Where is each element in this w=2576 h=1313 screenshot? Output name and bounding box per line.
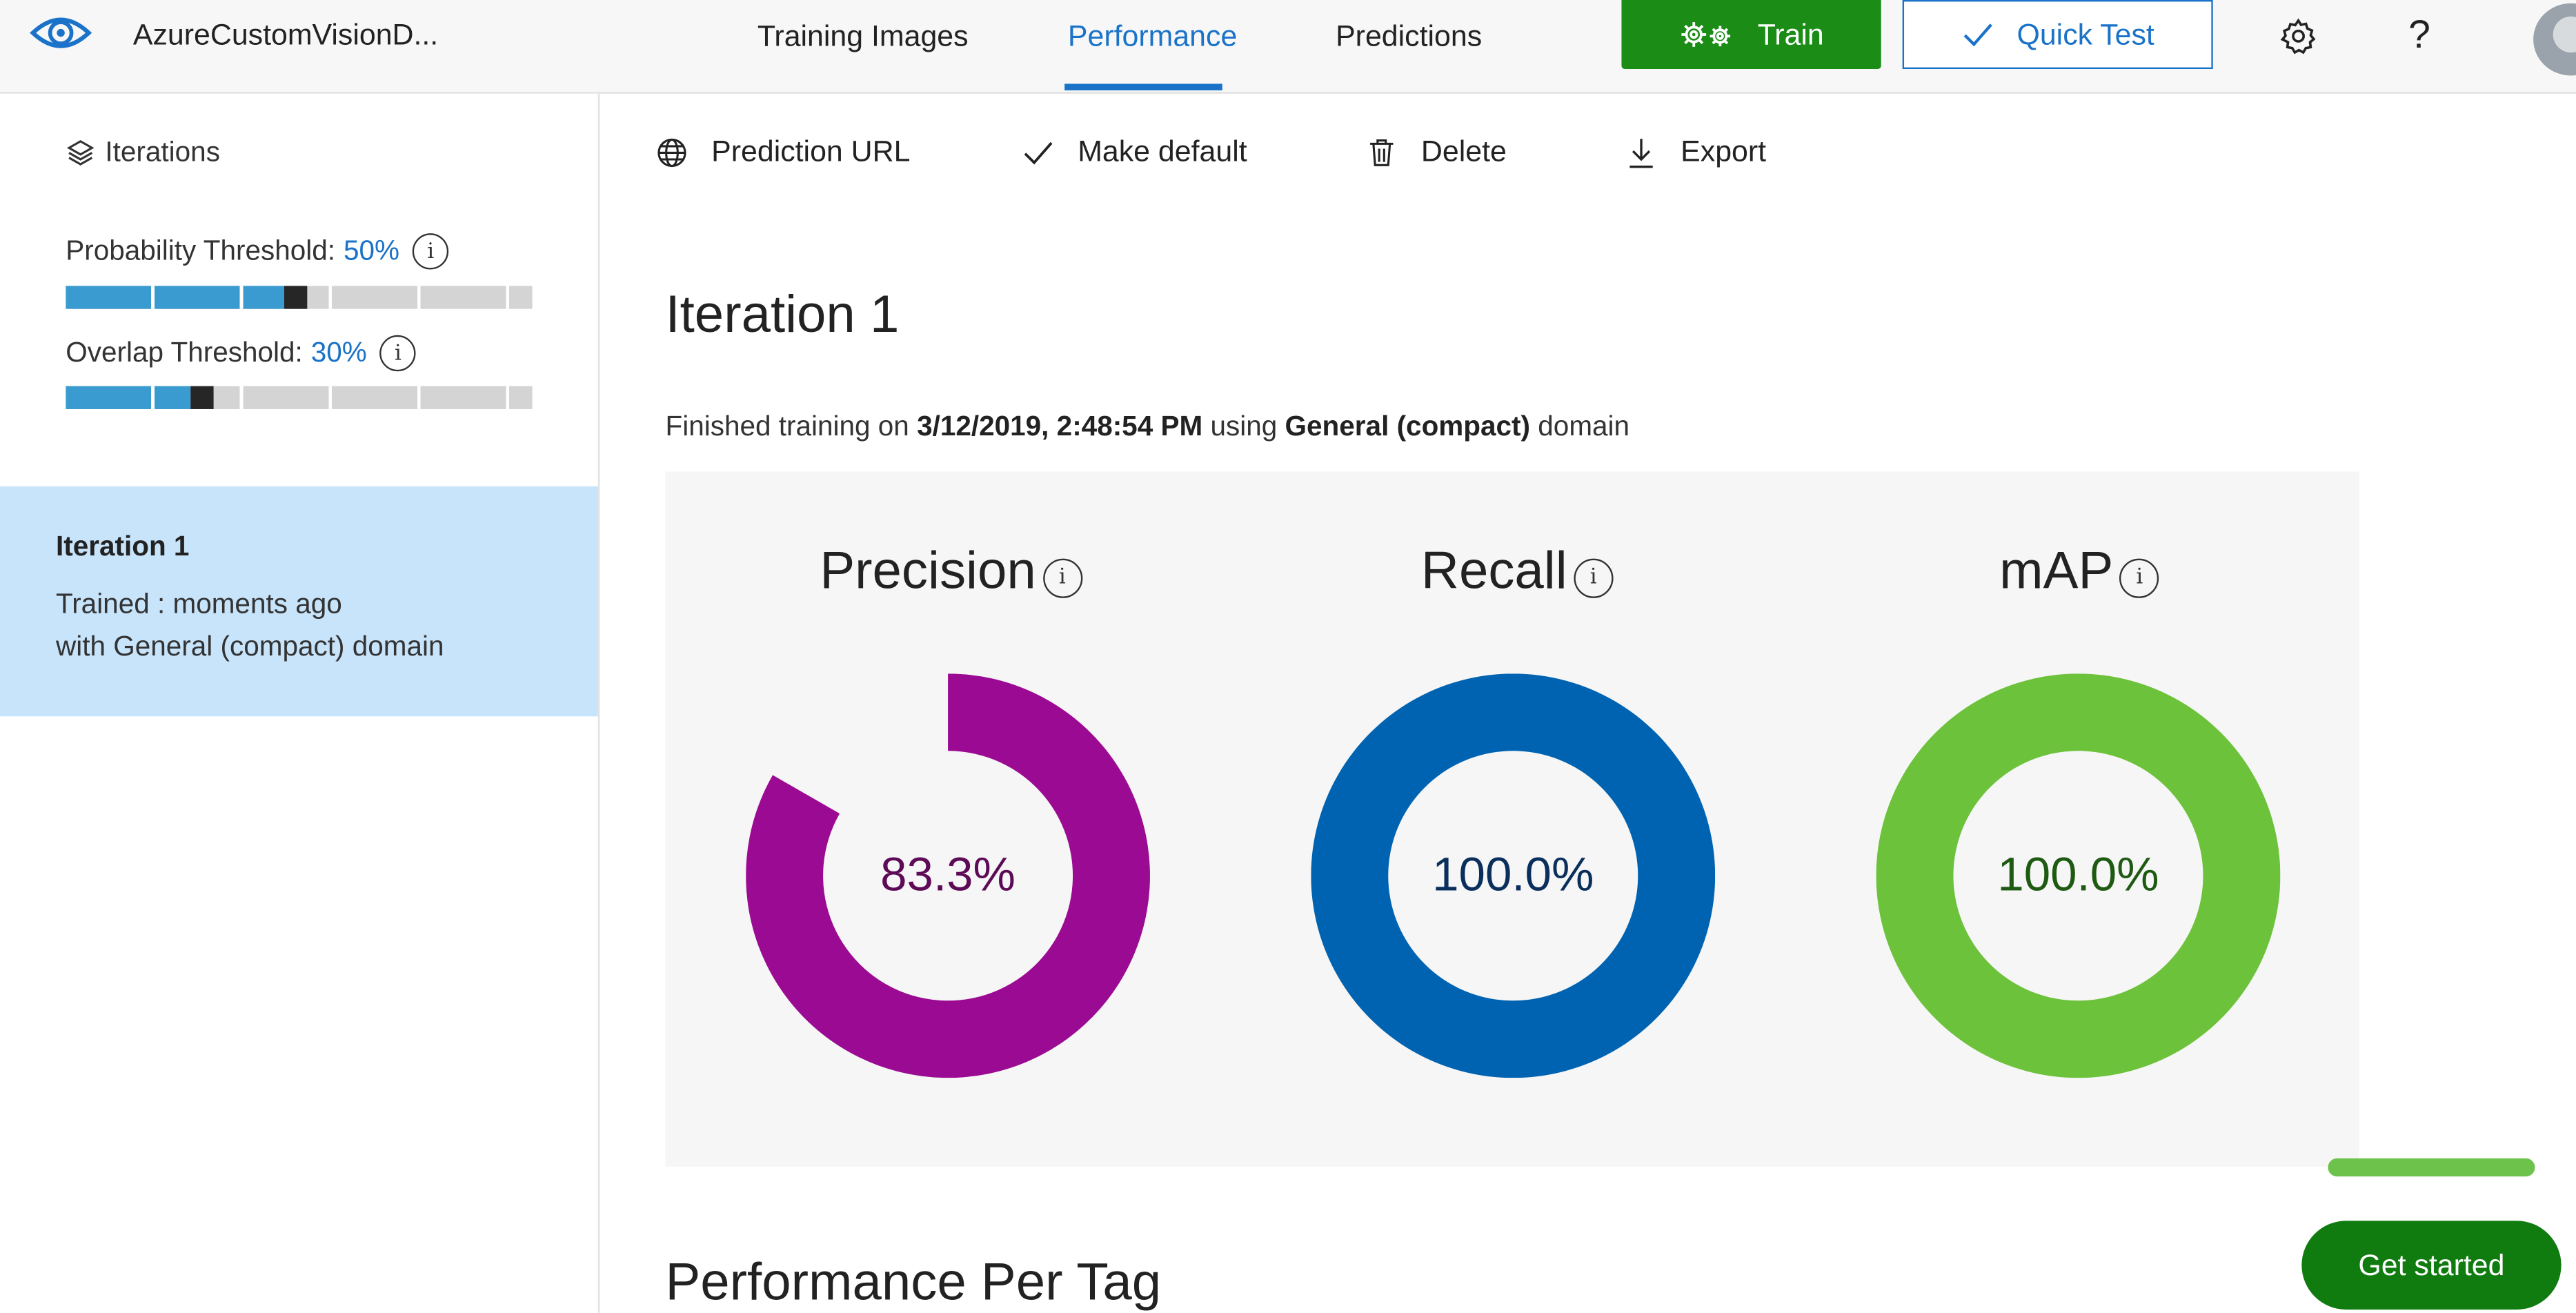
- trash-icon: [1370, 138, 1394, 166]
- onboarding-progress-bar: [2328, 1158, 2535, 1177]
- probability-threshold-text: Probability Threshold:: [66, 235, 336, 266]
- gears-icon: [1681, 22, 1730, 47]
- checkmark-icon: [1024, 141, 1053, 164]
- overlap-threshold-slider[interactable]: [66, 386, 533, 409]
- precision-value: 83.3%: [880, 848, 1015, 902]
- slider-thumb[interactable]: [190, 386, 214, 409]
- export-button[interactable]: Export: [1625, 135, 1766, 169]
- active-tab-indicator: [1064, 83, 1222, 90]
- overlap-threshold-text: Overlap Threshold:: [66, 337, 303, 368]
- iteration-card-domain: with General (compact) domain: [55, 631, 444, 662]
- tab-performance[interactable]: Performance: [1068, 20, 1237, 55]
- make-default-button[interactable]: Make default: [1022, 135, 1247, 169]
- help-icon[interactable]: ?: [2408, 13, 2430, 59]
- make-default-label: Make default: [1078, 135, 1247, 168]
- recall-title: Recall i: [1420, 540, 1614, 601]
- info-icon[interactable]: i: [1574, 557, 1614, 598]
- slider-ticks: [66, 386, 533, 409]
- map-label: mAP: [1999, 540, 2114, 600]
- delete-button[interactable]: Delete: [1365, 135, 1507, 169]
- get-started-button[interactable]: Get started: [2301, 1221, 2562, 1310]
- iteration-title: Iteration 1: [665, 284, 900, 344]
- probability-threshold-slider[interactable]: [66, 286, 533, 309]
- recall-value: 100.0%: [1432, 848, 1594, 902]
- finished-prefix: Finished training on: [665, 411, 909, 442]
- performance-per-tag-heading: Performance Per Tag: [665, 1252, 1162, 1312]
- project-title[interactable]: AzureCustomVisionD...: [133, 18, 438, 52]
- layers-icon: [66, 140, 95, 166]
- finished-domain: General (compact): [1285, 411, 1531, 442]
- info-icon[interactable]: i: [1042, 557, 1082, 598]
- precision-title: Precision i: [820, 540, 1082, 601]
- info-icon[interactable]: i: [2119, 557, 2159, 598]
- train-button[interactable]: Train: [1621, 0, 1881, 70]
- globe-icon: [657, 137, 686, 166]
- info-icon[interactable]: i: [413, 233, 449, 270]
- user-avatar[interactable]: [2533, 3, 2576, 76]
- iteration-card-trained: Trained : moments ago: [55, 588, 342, 620]
- checkmark-icon: [1963, 23, 1992, 47]
- settings-gear-icon[interactable]: [2279, 17, 2318, 56]
- metrics-panel: Precision i 83.3% Recall i 100.0% mAP i …: [665, 471, 2359, 1167]
- overlap-threshold-label: Overlap Threshold: 30% i: [66, 335, 417, 372]
- delete-label: Delete: [1420, 135, 1507, 168]
- top-header: AzureCustomVisionD... Training Images Pe…: [0, 0, 2576, 94]
- quick-test-label: Quick Test: [2017, 17, 2154, 50]
- map-title: mAP i: [1999, 540, 2159, 601]
- eye-logo-icon[interactable]: [30, 8, 92, 57]
- finished-date: 3/12/2019, 2:48:54 PM: [917, 411, 1203, 442]
- train-label: Train: [1757, 17, 1824, 50]
- info-icon[interactable]: i: [379, 335, 417, 372]
- iteration-card-title: Iteration 1: [55, 531, 190, 562]
- overlap-threshold-value: 30%: [310, 337, 367, 368]
- precision-label: Precision: [820, 540, 1036, 600]
- probability-threshold-label: Probability Threshold: 50% i: [66, 233, 449, 270]
- iterations-label: Iterations: [105, 136, 220, 168]
- export-label: Export: [1681, 135, 1767, 168]
- prediction-url-button[interactable]: Prediction URL: [655, 135, 910, 169]
- map-value: 100.0%: [1997, 848, 2159, 902]
- training-finished-text: Finished training on 3/12/2019, 2:48:54 …: [665, 411, 1629, 444]
- download-icon: [1629, 138, 1653, 168]
- quick-test-button[interactable]: Quick Test: [1902, 0, 2213, 70]
- iteration-card-selected[interactable]: Iteration 1 Trained : moments ago with G…: [0, 486, 598, 717]
- probability-threshold-value: 50%: [343, 235, 400, 266]
- slider-thumb[interactable]: [284, 286, 308, 309]
- finished-using: using: [1210, 411, 1278, 442]
- tab-training-images[interactable]: Training Images: [757, 20, 969, 55]
- recall-label: Recall: [1420, 540, 1567, 600]
- tab-predictions[interactable]: Predictions: [1336, 20, 1482, 55]
- iterations-sidebar: Iterations Probability Threshold: 50% i …: [0, 93, 600, 1313]
- prediction-url-label: Prediction URL: [711, 135, 911, 168]
- finished-suffix: domain: [1538, 411, 1630, 442]
- iterations-header: Iterations: [66, 137, 220, 170]
